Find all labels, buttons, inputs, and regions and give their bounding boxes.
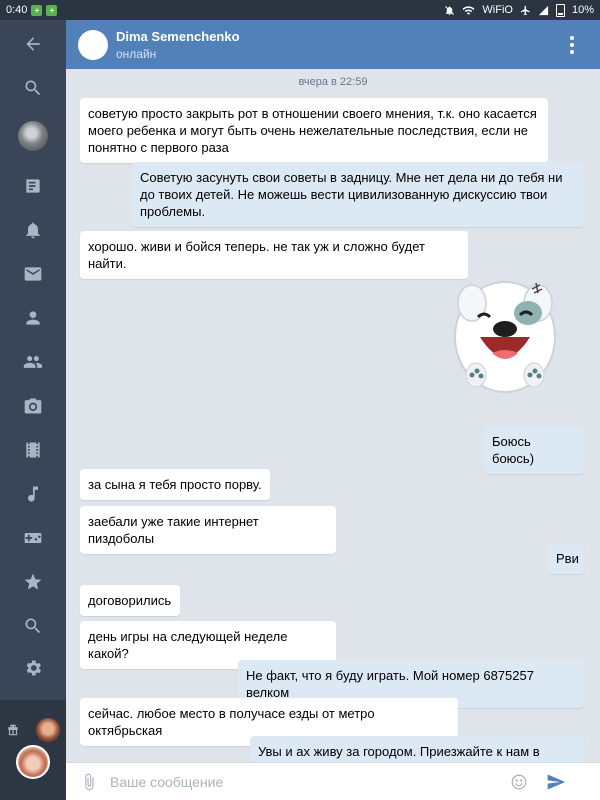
white-dog-laughing-sticker[interactable] [450,275,560,405]
sidebar-item-friends[interactable] [0,298,66,338]
notifications-bell-icon [26,222,40,239]
more-dots-icon [570,36,574,40]
sidebar-item-favorites[interactable] [0,562,66,602]
message-input[interactable] [110,773,500,790]
sidebar-item-settings[interactable] [0,648,66,688]
more-menu-button[interactable] [564,36,580,54]
message-outgoing[interactable]: Советую засунуть свои советы в задницу. … [132,162,584,227]
gift-reminder[interactable] [6,717,60,743]
emoji-button[interactable] [510,773,528,791]
search-icon [25,618,41,634]
gift-icon [8,724,18,736]
sidebar [0,20,66,800]
chat-status: онлайн [116,46,157,61]
date-separator: вчера в 22:59 [298,76,368,88]
favorites-star-icon [24,573,42,590]
message-outgoing[interactable]: Рви [548,543,584,574]
battery-level: 10% [571,4,594,16]
friend-avatar [36,718,60,742]
notification-icon: + [46,4,58,16]
photos-camera-icon [24,398,42,414]
battery-icon [555,3,565,17]
sidebar-item-search-2[interactable] [0,606,66,646]
music-note-icon [28,486,38,502]
sidebar-item-search[interactable] [0,68,66,108]
sidebar-item-games[interactable] [0,518,66,558]
back-arrow-icon [26,37,40,51]
chat-name: Dima Semenchenko [116,28,240,44]
status-time: 0:40 [6,4,28,16]
message-outgoing[interactable]: Увы и ах живу за городом. Приезжайте к н… [250,736,584,762]
news-icon [26,179,40,193]
videos-film-icon [26,442,40,458]
status-bar: 0:40 + + WiFiO 10% [0,0,600,20]
search-icon [25,80,41,96]
send-button[interactable] [546,772,566,792]
message-incoming[interactable]: договорились [80,585,180,616]
send-arrow-icon [547,774,566,789]
chat-avatar[interactable] [78,29,108,60]
sidebar-item-profile[interactable] [0,116,66,156]
sidebar-item-music[interactable] [0,474,66,514]
sidebar-item-videos[interactable] [0,430,66,470]
attach-button[interactable] [80,773,98,791]
message-incoming[interactable]: за сына я тебя просто порву. [80,469,270,500]
my-avatar[interactable] [16,745,50,779]
avatar [18,121,48,151]
wifi-icon [462,5,475,15]
mute-bell-icon [445,5,455,15]
settings-gear-icon [26,660,41,676]
chat-title-block[interactable]: Dima Semenchenko онлайн [116,29,240,61]
sidebar-item-news[interactable] [0,166,66,206]
message-list[interactable]: вчера в 22:59 советую просто закрыть рот… [66,69,600,762]
message-incoming[interactable]: советую просто закрыть рот в отношении с… [80,98,548,163]
message-incoming[interactable]: заебали уже такие интернет пиздоболы [80,506,336,554]
network-name: WiFiO [482,4,513,16]
composer-bar [66,762,600,800]
signal-icon [538,5,549,15]
friends-person-icon [26,311,40,325]
sidebar-item-photos[interactable] [0,386,66,426]
chat-header: Dima Semenchenko онлайн [66,20,600,69]
sidebar-item-messages[interactable] [0,254,66,294]
sidebar-item-notifications[interactable] [0,210,66,250]
message-outgoing[interactable]: Боюсь боюсь) [484,426,584,474]
airplane-icon [520,5,530,15]
notification-icon: + [31,4,43,16]
message-incoming[interactable]: хорошо. живи и бойся теперь. не так уж и… [80,231,468,279]
smiley-icon [511,774,527,789]
back-button[interactable] [0,24,66,64]
sidebar-item-groups[interactable] [0,342,66,382]
games-gamepad-icon [24,533,42,543]
paperclip-icon [85,773,94,790]
messages-envelope-icon [24,267,42,281]
groups-people-icon [23,356,43,368]
